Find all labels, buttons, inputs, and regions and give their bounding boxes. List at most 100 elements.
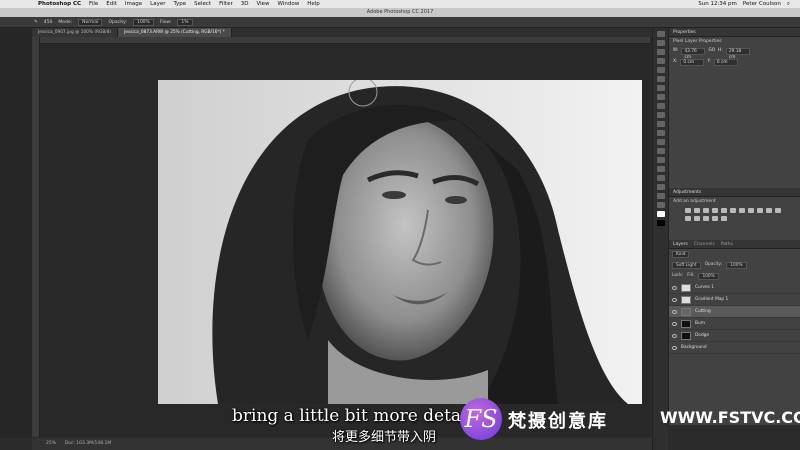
posterize-icon[interactable] (694, 216, 700, 221)
y-label: Y: (707, 59, 711, 64)
levels-icon[interactable] (694, 208, 700, 213)
tab-properties[interactable]: Properties (673, 28, 696, 36)
menu-type[interactable]: Type (173, 0, 186, 8)
menu-app[interactable]: Photoshop CC (38, 0, 81, 8)
invert-icon[interactable] (685, 216, 691, 221)
eraser-tool-icon[interactable] (656, 121, 665, 127)
flow-field[interactable]: 1% (177, 18, 193, 26)
channel-mixer-icon[interactable] (766, 208, 772, 213)
layer-row[interactable]: Gradient Map 1 (669, 294, 800, 306)
layer-opacity-field[interactable]: 100% (726, 262, 747, 269)
tab-paths[interactable]: Paths (721, 240, 733, 248)
brush-size[interactable]: 450 (44, 20, 53, 25)
brush-tool-icon[interactable] (656, 94, 665, 100)
menu-edit[interactable]: Edit (106, 0, 117, 8)
adjustment-icons (669, 206, 800, 223)
layer-row[interactable]: Dodge (669, 330, 800, 342)
hue-saturation-icon[interactable] (730, 208, 736, 213)
layer-filter-kind[interactable]: Kind (672, 251, 690, 258)
threshold-icon[interactable] (703, 216, 709, 221)
layer-name: Curves 1 (695, 285, 715, 290)
selective-color-icon[interactable] (721, 216, 727, 221)
path-select-tool-icon[interactable] (656, 175, 665, 181)
move-tool-icon[interactable] (656, 31, 665, 37)
w-field[interactable]: 43.76 cm (681, 48, 706, 60)
tab-layers[interactable]: Layers (673, 240, 688, 248)
document-image[interactable] (158, 80, 642, 404)
layer-name: Dodge (695, 333, 710, 338)
menu-file[interactable]: File (89, 0, 98, 8)
layer-thumbnail (681, 307, 691, 316)
photo-filter-icon[interactable] (757, 208, 763, 213)
brightness-icon[interactable] (685, 208, 691, 213)
menu-image[interactable]: Image (125, 0, 142, 8)
layer-row[interactable]: Burn (669, 318, 800, 330)
menu-layer[interactable]: Layer (150, 0, 165, 8)
tab-jessica-0873[interactable]: Jessica_0873.ARW @ 25% (Cutting, RGB/16*… (118, 28, 232, 37)
visibility-eye-icon[interactable] (672, 285, 677, 290)
h-label: H: (718, 48, 723, 53)
healing-tool-icon[interactable] (656, 85, 665, 91)
history-brush-tool-icon[interactable] (656, 112, 665, 118)
menu-help[interactable]: Help (307, 0, 320, 8)
layer-thumbnail (681, 283, 691, 292)
menu-window[interactable]: Window (278, 0, 300, 8)
visibility-eye-icon[interactable] (672, 321, 677, 326)
color-balance-icon[interactable] (739, 208, 745, 213)
blur-tool-icon[interactable] (656, 139, 665, 145)
dodge-tool-icon[interactable] (656, 148, 665, 154)
background-color-icon[interactable] (656, 220, 665, 226)
clone-stamp-tool-icon[interactable] (656, 103, 665, 109)
visibility-eye-icon[interactable] (672, 345, 677, 350)
layer-row[interactable]: Curves 1 (669, 282, 800, 294)
gradient-tool-icon[interactable] (656, 130, 665, 136)
eyedropper-tool-icon[interactable] (656, 76, 665, 82)
layer-thumbnail (681, 331, 691, 340)
hand-tool-icon[interactable] (656, 193, 665, 199)
menu-view[interactable]: View (256, 0, 269, 8)
link-button[interactable]: GO (708, 48, 715, 55)
x-field[interactable]: 0 cm (680, 59, 705, 66)
crop-tool-icon[interactable] (656, 67, 665, 73)
layer-name: Background (681, 345, 707, 350)
zoom-tool-icon[interactable] (656, 202, 665, 208)
menu-3d[interactable]: 3D (241, 0, 249, 8)
menu-select[interactable]: Select (194, 0, 211, 8)
layer-row[interactable]: Cutting (669, 306, 800, 318)
gradient-map-icon[interactable] (712, 216, 718, 221)
visibility-eye-icon[interactable] (672, 333, 677, 338)
horizontal-ruler (40, 37, 650, 44)
marquee-tool-icon[interactable] (656, 40, 665, 46)
fill-field[interactable]: 100% (698, 273, 719, 280)
vibrance-icon[interactable] (721, 208, 727, 213)
user-name[interactable]: Peter Coulson (743, 0, 781, 8)
pen-tool-icon[interactable] (656, 157, 665, 163)
opacity-field[interactable]: 100% (132, 18, 154, 26)
lasso-tool-icon[interactable] (656, 49, 665, 55)
toolbox (0, 28, 32, 438)
layer-opacity-label: Opacity: (704, 262, 723, 267)
type-tool-icon[interactable] (656, 166, 665, 172)
color-lookup-icon[interactable] (775, 208, 781, 213)
y-field[interactable]: 0 cm (713, 59, 738, 66)
visibility-eye-icon[interactable] (672, 309, 677, 314)
black-white-icon[interactable] (748, 208, 754, 213)
visibility-eye-icon[interactable] (672, 297, 677, 302)
tab-channels[interactable]: Channels (694, 240, 715, 248)
curves-icon[interactable] (703, 208, 709, 213)
brush-tool-icon[interactable]: ✎ (34, 20, 38, 25)
doc-size[interactable]: Doc: 103.3M/148.1M (65, 441, 112, 446)
mode-select[interactable]: Normal (78, 18, 103, 26)
shape-tool-icon[interactable] (656, 184, 665, 190)
tab-jessica-0907[interactable]: Jessica_0907.jpg @ 100% (RGB/8) (32, 28, 119, 37)
h-field[interactable]: 29.18 cm (725, 48, 750, 60)
foreground-color-icon[interactable] (656, 211, 665, 217)
layer-row[interactable]: Background (669, 342, 800, 354)
tab-adjustments[interactable]: Adjustments (673, 188, 701, 196)
blend-mode-select[interactable]: Soft Light (672, 262, 701, 269)
quick-select-tool-icon[interactable] (656, 58, 665, 64)
spotlight-icon[interactable]: ⌕ (787, 0, 790, 8)
zoom-level[interactable]: 25% (46, 441, 56, 446)
exposure-icon[interactable] (712, 208, 718, 213)
menu-filter[interactable]: Filter (219, 0, 233, 8)
